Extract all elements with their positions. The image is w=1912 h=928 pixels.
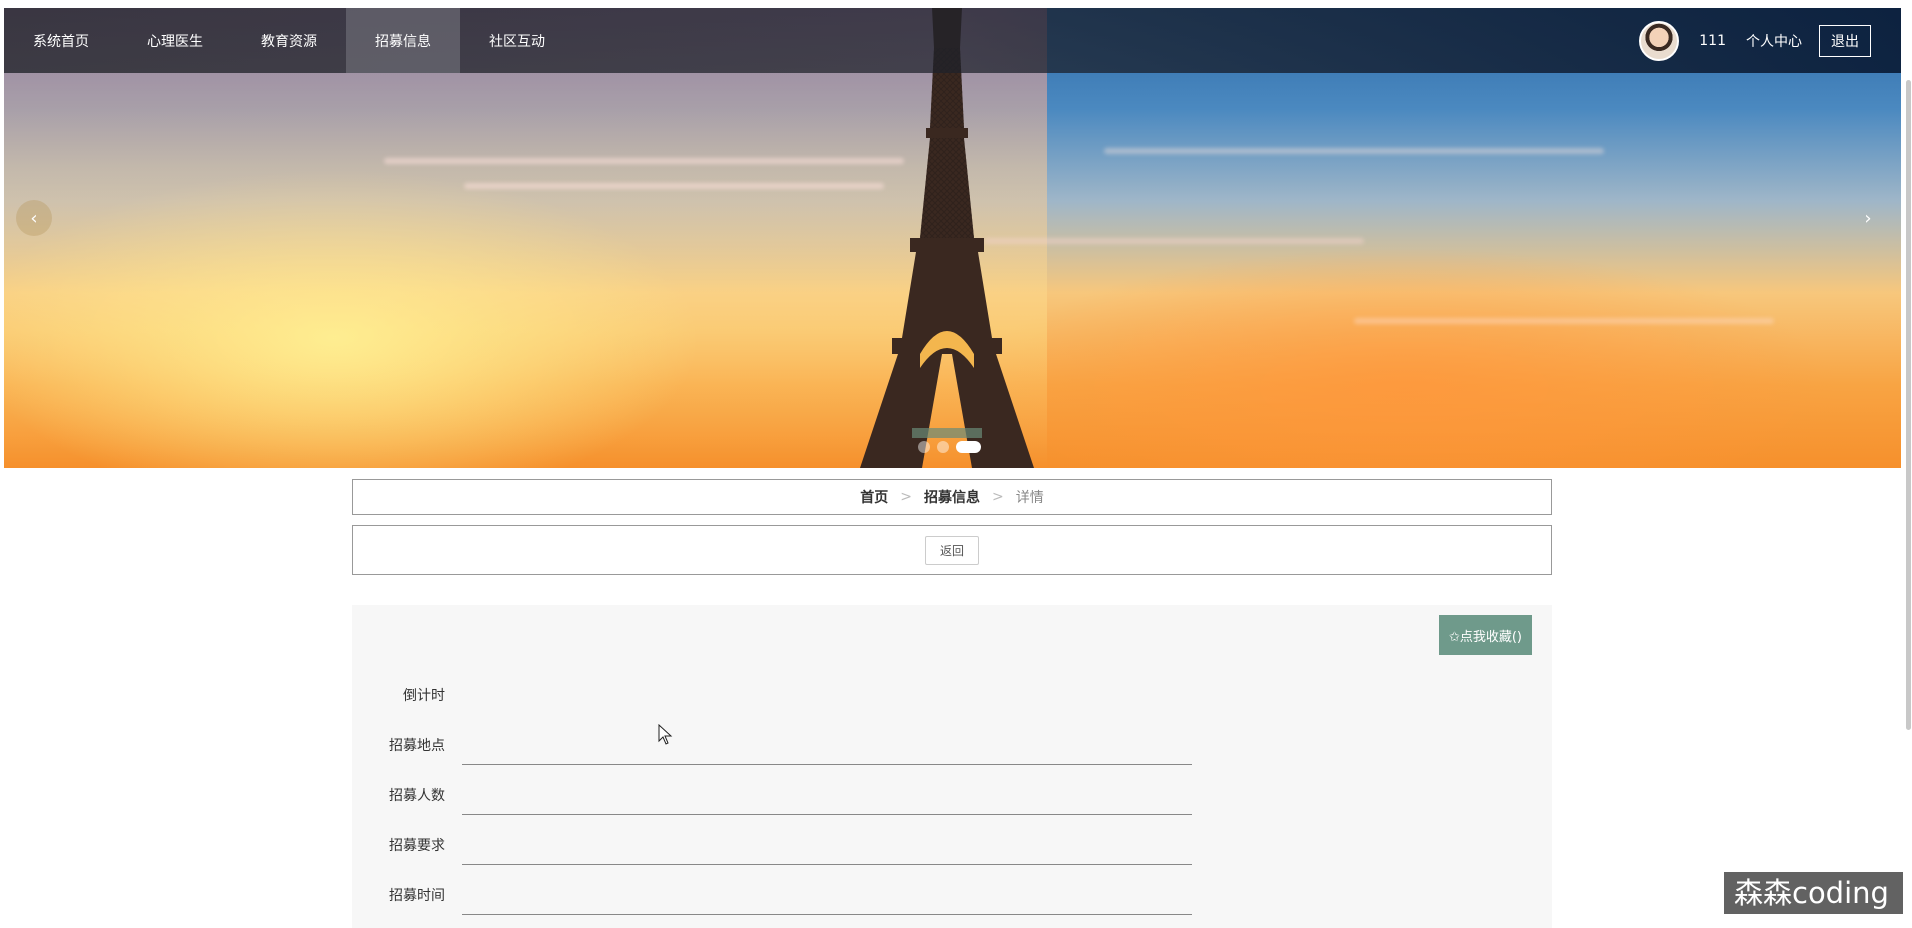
carousel-dot-active[interactable] [956, 441, 981, 453]
carousel-next-button[interactable]: › [1850, 200, 1886, 236]
detail-panel: ✩点我收藏() 倒计时 招募地点 招募人数 招募要求 招募时间 [352, 605, 1552, 928]
breadcrumb-home[interactable]: 首页 [860, 487, 888, 507]
username: 111 [1699, 32, 1726, 49]
logout-button[interactable]: 退出 [1819, 24, 1871, 57]
back-bar: 返回 [352, 525, 1552, 575]
carousel-indicators [918, 441, 981, 453]
breadcrumb-section[interactable]: 招募信息 [924, 487, 980, 507]
field-underline [462, 764, 1192, 765]
nav-item-education[interactable]: 教育资源 [232, 8, 346, 73]
carousel-dot[interactable] [918, 441, 930, 453]
breadcrumb-separator: > [992, 489, 1004, 505]
hero-banner [4, 8, 1901, 468]
top-navbar: 系统首页 心理医生 教育资源 招募信息 社区互动 111 个人中心 退出 [4, 8, 1901, 73]
field-underline [462, 914, 1192, 915]
back-button[interactable]: 返回 [924, 535, 979, 565]
field-underline [462, 814, 1192, 815]
field-label: 招募地点 [389, 738, 445, 754]
field-label: 招募要求 [389, 838, 445, 854]
personal-center-link[interactable]: 个人中心 [1746, 31, 1802, 51]
breadcrumb: 首页 > 招募信息 > 详情 [352, 479, 1552, 515]
nav-item-community[interactable]: 社区互动 [460, 8, 574, 73]
chevron-right-icon: › [1864, 207, 1872, 229]
watermark: 森森coding [1724, 872, 1903, 914]
breadcrumb-current: 详情 [1015, 490, 1044, 506]
carousel-prev-button[interactable]: ‹ [16, 200, 52, 236]
breadcrumb-separator: > [900, 489, 912, 505]
favorite-button[interactable]: ✩点我收藏() [1438, 615, 1532, 655]
field-label: 招募人数 [389, 788, 445, 804]
field-label: 招募时间 [389, 888, 445, 904]
field-label: 倒计时 [403, 688, 445, 704]
mouse-cursor-icon [658, 724, 673, 745]
detail-row-location: 招募地点 [352, 725, 1202, 765]
detail-row-time: 招募时间 [352, 875, 1202, 915]
detail-row-countdown: 倒计时 [352, 675, 1202, 715]
detail-row-requirements: 招募要求 [352, 825, 1202, 865]
page-scrollbar[interactable] [1906, 80, 1911, 730]
nav-item-home[interactable]: 系统首页 [4, 8, 118, 73]
field-underline [462, 864, 1192, 865]
nav-item-recruitment[interactable]: 招募信息 [346, 8, 460, 73]
chevron-left-icon: ‹ [30, 207, 38, 229]
avatar[interactable] [1639, 20, 1680, 61]
nav-item-doctors[interactable]: 心理医生 [118, 8, 232, 73]
nav-user-area: 111 个人中心 退出 [1639, 20, 1901, 61]
detail-row-count: 招募人数 [352, 775, 1202, 815]
carousel-dot[interactable] [937, 441, 949, 453]
eiffel-tower-image [860, 8, 1034, 468]
